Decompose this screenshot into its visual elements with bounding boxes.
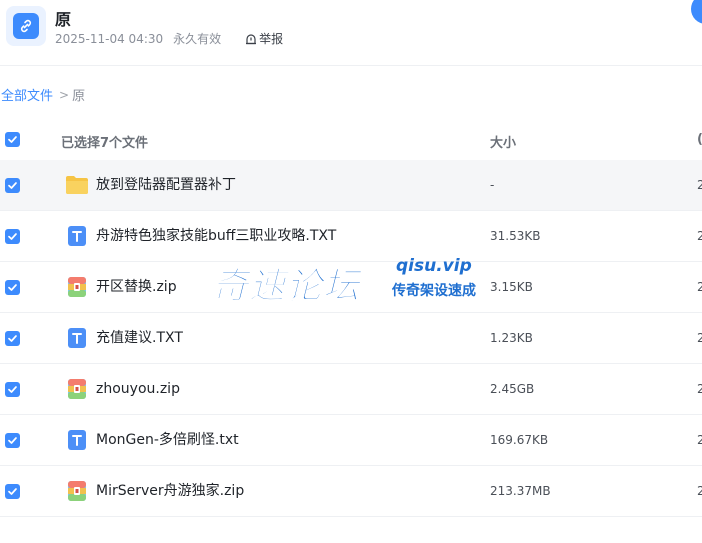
breadcrumb-current: 原 (72, 89, 86, 104)
file-size: 2.45GB (490, 382, 535, 396)
text-file-icon (65, 326, 89, 350)
file-date: 2 (697, 280, 702, 294)
check-icon (8, 182, 17, 189)
file-size: 213.37MB (490, 484, 551, 498)
watermark-slogan: 传奇架设速成 (392, 283, 476, 299)
file-name[interactable]: 充值建议.TXT (96, 313, 183, 363)
row-checkbox[interactable] (5, 484, 20, 499)
file-name[interactable]: zhouyou.zip (96, 364, 180, 414)
row-checkbox[interactable] (5, 382, 20, 397)
watermark-title: 奇速论坛 (211, 266, 361, 308)
file-size: - (490, 178, 495, 192)
file-list-header: 已选择7个文件 大小 ( (0, 122, 702, 160)
check-icon (8, 233, 17, 240)
share-header: 原 2025-11-04 04:30 永久有效 举报 (0, 0, 702, 66)
check-icon (8, 335, 17, 342)
file-size: 31.53KB (490, 229, 541, 243)
zip-file-icon (65, 275, 89, 299)
file-row[interactable]: MonGen-多倍刷怪.txt 169.67KB 2 (0, 415, 702, 466)
file-name[interactable]: 开区替换.zip (96, 262, 177, 312)
size-column-header[interactable]: 大小 (490, 132, 516, 151)
file-row[interactable]: 充值建议.TXT 1.23KB 2 (0, 313, 702, 364)
text-file-icon (65, 224, 89, 248)
file-row[interactable]: MirServer舟游独家.zip 213.37MB 2 (0, 466, 702, 517)
check-icon (8, 386, 17, 393)
page-title: 原 (55, 10, 72, 29)
report-icon (246, 33, 257, 44)
selected-count: 已选择7个文件 (61, 136, 149, 151)
folder-icon (65, 173, 89, 197)
file-date: 2 (697, 331, 702, 345)
file-row[interactable]: zhouyou.zip 2.45GB 2 (0, 364, 702, 415)
report-label: 举报 (259, 32, 284, 46)
check-icon (8, 136, 17, 143)
file-date: 2 (697, 433, 702, 447)
avatar[interactable] (691, 0, 702, 24)
file-row[interactable]: 放到登陆器配置器补丁 - 2 (0, 160, 702, 211)
breadcrumb: 全部文件 > 原 (1, 85, 86, 105)
file-date: 2 (697, 382, 702, 396)
watermark-domain: qisu.vip (396, 256, 472, 276)
report-button[interactable]: 举报 (245, 30, 283, 47)
share-meta: 2025-11-04 04:30 永久有效 举报 (55, 30, 283, 47)
date-column-header[interactable]: ( (697, 132, 702, 147)
check-icon (8, 488, 17, 495)
share-validity: 永久有效 (173, 32, 222, 46)
file-name[interactable]: 舟游特色独家技能buff三职业攻略.TXT (96, 211, 336, 261)
row-checkbox[interactable] (5, 331, 20, 346)
row-checkbox[interactable] (5, 433, 20, 448)
row-checkbox[interactable] (5, 280, 20, 295)
row-checkbox[interactable] (5, 229, 20, 244)
file-name[interactable]: 放到登陆器配置器补丁 (96, 160, 236, 210)
watermark: 奇速论坛 qisu.vip 传奇架设速成 (211, 255, 502, 308)
select-all-checkbox[interactable] (5, 132, 20, 147)
file-name[interactable]: MirServer舟游独家.zip (96, 466, 244, 516)
zip-file-icon (65, 377, 89, 401)
file-date: 2 (697, 229, 702, 243)
file-date: 2 (697, 484, 702, 498)
file-size: 1.23KB (490, 331, 533, 345)
zip-file-icon (65, 479, 89, 503)
row-checkbox[interactable] (5, 178, 20, 193)
breadcrumb-root-link[interactable]: 全部文件 (1, 85, 53, 104)
file-name[interactable]: MonGen-多倍刷怪.txt (96, 415, 239, 465)
header-divider (0, 65, 702, 66)
text-file-icon (65, 428, 89, 452)
file-size: 169.67KB (490, 433, 549, 447)
chevron-right-icon: > (59, 87, 70, 102)
link-icon (6, 6, 46, 46)
check-icon (8, 284, 17, 291)
share-date: 2025-11-04 04:30 (55, 31, 164, 46)
check-icon (8, 437, 17, 444)
file-date: 2 (697, 178, 702, 192)
